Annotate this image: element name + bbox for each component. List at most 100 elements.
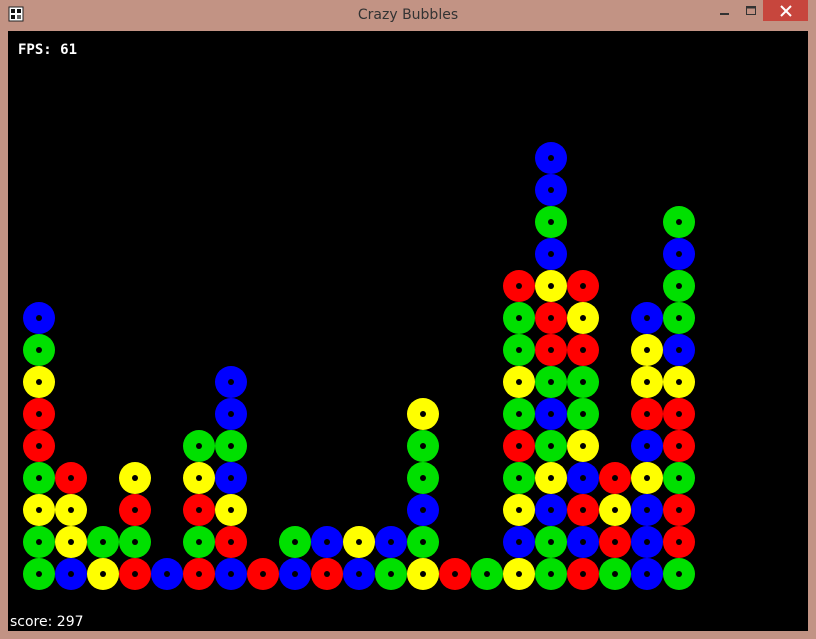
yellow-bubble[interactable] [599,494,631,526]
blue-bubble[interactable] [663,238,695,270]
green-bubble[interactable] [535,526,567,558]
green-bubble[interactable] [407,462,439,494]
yellow-bubble[interactable] [183,462,215,494]
blue-bubble[interactable] [535,142,567,174]
green-bubble[interactable] [471,558,503,590]
red-bubble[interactable] [119,558,151,590]
yellow-bubble[interactable] [407,558,439,590]
green-bubble[interactable] [183,430,215,462]
red-bubble[interactable] [503,270,535,302]
green-bubble[interactable] [215,430,247,462]
blue-bubble[interactable] [631,302,663,334]
blue-bubble[interactable] [215,398,247,430]
yellow-bubble[interactable] [567,302,599,334]
red-bubble[interactable] [247,558,279,590]
maximize-button[interactable] [738,0,763,21]
green-bubble[interactable] [279,526,311,558]
red-bubble[interactable] [663,526,695,558]
red-bubble[interactable] [663,398,695,430]
title-bar[interactable]: Crazy Bubbles [0,0,816,30]
red-bubble[interactable] [55,462,87,494]
yellow-bubble[interactable] [23,494,55,526]
blue-bubble[interactable] [535,174,567,206]
yellow-bubble[interactable] [55,494,87,526]
red-bubble[interactable] [535,334,567,366]
bubble-field[interactable] [8,31,808,631]
yellow-bubble[interactable] [215,494,247,526]
yellow-bubble[interactable] [343,526,375,558]
blue-bubble[interactable] [503,526,535,558]
green-bubble[interactable] [567,366,599,398]
red-bubble[interactable] [23,430,55,462]
minimize-button[interactable] [711,0,738,21]
green-bubble[interactable] [23,462,55,494]
blue-bubble[interactable] [215,462,247,494]
yellow-bubble[interactable] [535,462,567,494]
green-bubble[interactable] [663,302,695,334]
yellow-bubble[interactable] [87,558,119,590]
green-bubble[interactable] [503,462,535,494]
blue-bubble[interactable] [343,558,375,590]
yellow-bubble[interactable] [631,462,663,494]
green-bubble[interactable] [23,558,55,590]
yellow-bubble[interactable] [407,398,439,430]
red-bubble[interactable] [183,494,215,526]
green-bubble[interactable] [23,334,55,366]
yellow-bubble[interactable] [503,558,535,590]
green-bubble[interactable] [23,526,55,558]
yellow-bubble[interactable] [503,366,535,398]
blue-bubble[interactable] [631,526,663,558]
green-bubble[interactable] [503,302,535,334]
blue-bubble[interactable] [535,494,567,526]
green-bubble[interactable] [663,206,695,238]
close-button[interactable] [763,0,808,21]
green-bubble[interactable] [503,398,535,430]
blue-bubble[interactable] [631,558,663,590]
red-bubble[interactable] [503,430,535,462]
blue-bubble[interactable] [311,526,343,558]
red-bubble[interactable] [599,462,631,494]
blue-bubble[interactable] [567,526,599,558]
green-bubble[interactable] [567,398,599,430]
green-bubble[interactable] [407,526,439,558]
green-bubble[interactable] [535,558,567,590]
red-bubble[interactable] [439,558,471,590]
red-bubble[interactable] [631,398,663,430]
green-bubble[interactable] [87,526,119,558]
green-bubble[interactable] [535,206,567,238]
green-bubble[interactable] [407,430,439,462]
blue-bubble[interactable] [375,526,407,558]
blue-bubble[interactable] [535,238,567,270]
yellow-bubble[interactable] [535,270,567,302]
blue-bubble[interactable] [215,366,247,398]
green-bubble[interactable] [663,462,695,494]
red-bubble[interactable] [663,494,695,526]
green-bubble[interactable] [503,334,535,366]
green-bubble[interactable] [599,558,631,590]
blue-bubble[interactable] [567,462,599,494]
blue-bubble[interactable] [215,558,247,590]
red-bubble[interactable] [567,270,599,302]
red-bubble[interactable] [599,526,631,558]
game-canvas[interactable]: FPS: 61 score: 297 [8,31,808,631]
yellow-bubble[interactable] [567,430,599,462]
green-bubble[interactable] [119,526,151,558]
red-bubble[interactable] [311,558,343,590]
blue-bubble[interactable] [55,558,87,590]
blue-bubble[interactable] [279,558,311,590]
blue-bubble[interactable] [631,494,663,526]
green-bubble[interactable] [663,270,695,302]
blue-bubble[interactable] [535,398,567,430]
yellow-bubble[interactable] [119,462,151,494]
green-bubble[interactable] [663,558,695,590]
red-bubble[interactable] [215,526,247,558]
yellow-bubble[interactable] [631,366,663,398]
green-bubble[interactable] [535,366,567,398]
red-bubble[interactable] [23,398,55,430]
yellow-bubble[interactable] [503,494,535,526]
blue-bubble[interactable] [151,558,183,590]
blue-bubble[interactable] [631,430,663,462]
blue-bubble[interactable] [663,334,695,366]
red-bubble[interactable] [119,494,151,526]
yellow-bubble[interactable] [55,526,87,558]
